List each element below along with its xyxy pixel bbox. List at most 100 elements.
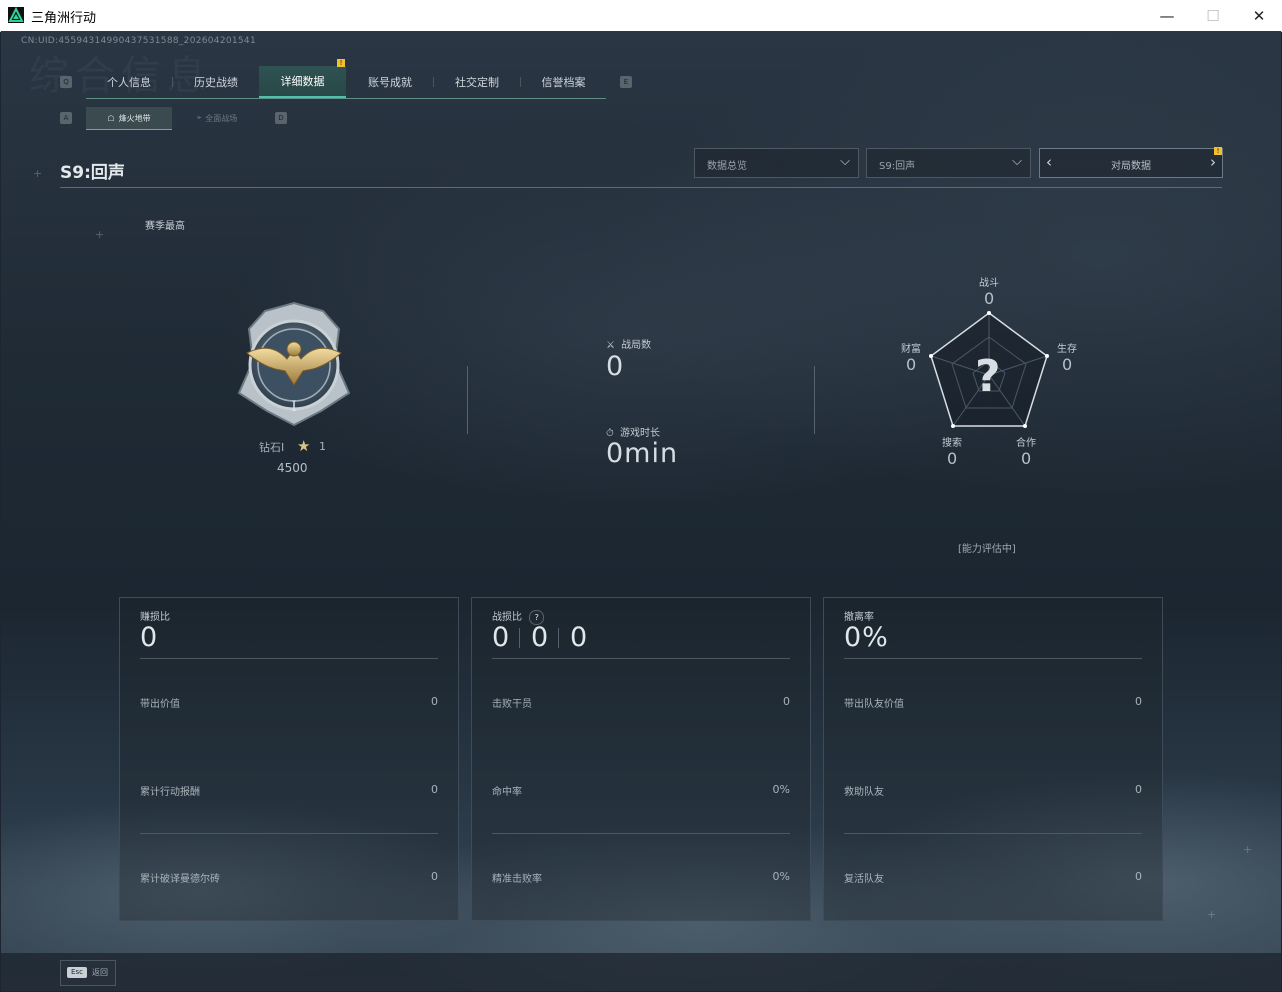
radar-placeholder: ?: [975, 351, 1001, 402]
esc-key-hint: Esc: [67, 967, 87, 978]
kd-value-1: 0: [492, 622, 511, 653]
helmet-icon: ☖: [107, 113, 115, 123]
radar-axis-survival-value: 0: [1062, 355, 1073, 374]
close-button[interactable]: ✕: [1236, 0, 1282, 31]
tab-match-history[interactable]: 历史战绩: [173, 66, 259, 97]
radar-axis-survival-label: 生存: [1057, 344, 1077, 355]
back-button[interactable]: Esc 返回: [60, 960, 116, 986]
card-divider: [492, 658, 790, 659]
maximize-button[interactable]: ☐: [1190, 0, 1236, 31]
kd-value-2: 0: [531, 622, 550, 653]
decoded-bricks-label: 累计破译曼德尔砖: [140, 874, 220, 885]
ability-status: [能力评估中]: [958, 544, 1016, 555]
radar-axis-combat-label: 战斗: [979, 278, 999, 289]
tab-personal-info[interactable]: 个人信息: [86, 66, 172, 97]
profit-ratio-card: 赚损比 0 带出价值 0 累计行动报酬 0 累计破译曼德尔砖 0: [119, 597, 459, 921]
tab-credit-record[interactable]: 信誉档案: [521, 66, 606, 97]
main-tabs: 个人信息 历史战绩 详细数据 ! 账号成就 社交定制 信誉档案: [86, 59, 606, 99]
deco-plus-icon: +: [1243, 843, 1253, 856]
extracted-value-value: 0: [431, 695, 438, 708]
deco-plus-icon: +: [33, 167, 43, 180]
profit-ratio-label: 赚损比: [140, 612, 170, 623]
key-hint-q: Q: [60, 76, 72, 88]
star-icon: ★: [297, 437, 311, 455]
subtab-operations-label: 烽火地带: [118, 113, 151, 123]
overview-dropdown[interactable]: 数据总览 ⌵: [694, 148, 859, 178]
ability-radar: ? 战斗 0 生存 0 合作 0 搜索 0 财富 0: [891, 269, 1091, 489]
operators-defeated-label: 击败干员: [492, 699, 532, 710]
kd-ratio-card: 战损比 ? 0 0 0 击败干员 0 命中率 0% 精准击败率 0%: [471, 597, 811, 921]
tab-social[interactable]: 社交定制: [434, 66, 520, 97]
radar-axis-combat-value: 0: [984, 289, 995, 308]
season-title: S9:回声: [60, 163, 125, 183]
key-hint-d: D: [275, 112, 287, 124]
chevron-down-icon: ⌵: [1012, 154, 1022, 169]
hit-rate-value: 0%: [772, 783, 790, 796]
precision-kill-rate-value: 0%: [772, 870, 790, 883]
kd-divider: [558, 628, 559, 648]
rank-score: 4500: [277, 461, 308, 475]
extraction-rate-card: 撤离率 0% 带出队友价值 0 救助队友 0 复活队友 0: [823, 597, 1163, 921]
rank-emblem-icon: I: [231, 301, 357, 427]
section-divider: [814, 366, 815, 434]
card-divider: [844, 658, 1142, 659]
rank-star-count: 1: [319, 440, 326, 453]
kd-divider: [519, 628, 520, 648]
season-dropdown-label: S9:回声: [879, 161, 916, 172]
total-reward-label: 累计行动报酬: [140, 787, 200, 798]
matches-stat: ⚔ 战局数: [606, 336, 651, 351]
card-divider: [140, 833, 438, 834]
decoded-bricks-value: 0: [431, 870, 438, 883]
playtime-value: 0min: [606, 438, 679, 469]
minimize-button[interactable]: —: [1144, 0, 1190, 31]
card-divider: [492, 833, 790, 834]
rank-name: 钻石I: [259, 441, 285, 454]
season-best-label: 赛季最高: [145, 221, 185, 232]
profit-ratio-value: 0: [140, 622, 159, 653]
teammate-value-value: 0: [1135, 695, 1142, 708]
subtab-warfare[interactable]: ⌖ 全面战场: [174, 107, 260, 129]
crosshair-icon: ⌖: [196, 113, 202, 122]
radar-axis-search-label: 搜索: [942, 438, 962, 449]
radar-axis-wealth-value: 0: [906, 355, 917, 374]
overview-dropdown-label: 数据总览: [707, 161, 747, 172]
tab-notice-badge: !: [337, 59, 345, 67]
radar-axis-teamwork-label: 合作: [1016, 438, 1036, 449]
teammate-value-label: 带出队友价值: [844, 699, 904, 710]
match-data-badge: !: [1214, 147, 1222, 155]
kd-value-3: 0: [570, 622, 589, 653]
footer-bar: Esc 返回: [1, 953, 1281, 991]
match-data-selector: ‹ 对局数据 ›: [1039, 148, 1223, 178]
match-data-label: 对局数据: [1111, 161, 1151, 172]
season-divider: [60, 187, 1222, 188]
radar-axis-teamwork-value: 0: [1021, 449, 1032, 468]
teammates-rescued-value: 0: [1135, 783, 1142, 796]
section-divider: [467, 366, 468, 434]
teammates-revived-label: 复活队友: [844, 874, 884, 885]
subtab-operations[interactable]: ☖ 烽火地带: [86, 107, 172, 130]
subtab-warfare-label: 全面战场: [205, 113, 238, 123]
season-dropdown[interactable]: S9:回声 ⌵: [866, 148, 1031, 178]
key-hint-a: A: [60, 112, 72, 124]
playtime-stat: ⏱ 游戏时长: [606, 424, 660, 439]
tab-achievements[interactable]: 账号成就: [347, 66, 433, 97]
svg-text:I: I: [291, 399, 297, 415]
teammates-rescued-label: 救助队友: [844, 787, 884, 798]
total-reward-value: 0: [431, 783, 438, 796]
window-titlebar: 三角洲行动 — ☐ ✕: [0, 0, 1282, 32]
tab-detailed-data[interactable]: 详细数据: [259, 66, 346, 98]
window-title: 三角洲行动: [31, 11, 97, 26]
matches-value: 0: [606, 351, 625, 382]
chevron-down-icon: ⌵: [840, 154, 850, 169]
key-hint-e: E: [620, 76, 632, 88]
app-logo-icon: [8, 7, 24, 23]
chevron-right-icon[interactable]: ›: [1210, 153, 1216, 171]
hit-rate-label: 命中率: [492, 787, 522, 798]
game-viewport: + + + + 综合信息 CN:UID:455943149904375315​8…: [1, 31, 1281, 991]
extracted-value-label: 带出价值: [140, 699, 180, 710]
radar-axis-wealth-label: 财富: [901, 344, 921, 355]
deco-plus-icon: +: [1207, 908, 1217, 921]
radar-axis-search-value: 0: [947, 449, 958, 468]
app-window: 三角洲行动 — ☐ ✕ + + + + 综合信息 CN:UID:45594314…: [0, 0, 1282, 992]
card-divider: [844, 833, 1142, 834]
